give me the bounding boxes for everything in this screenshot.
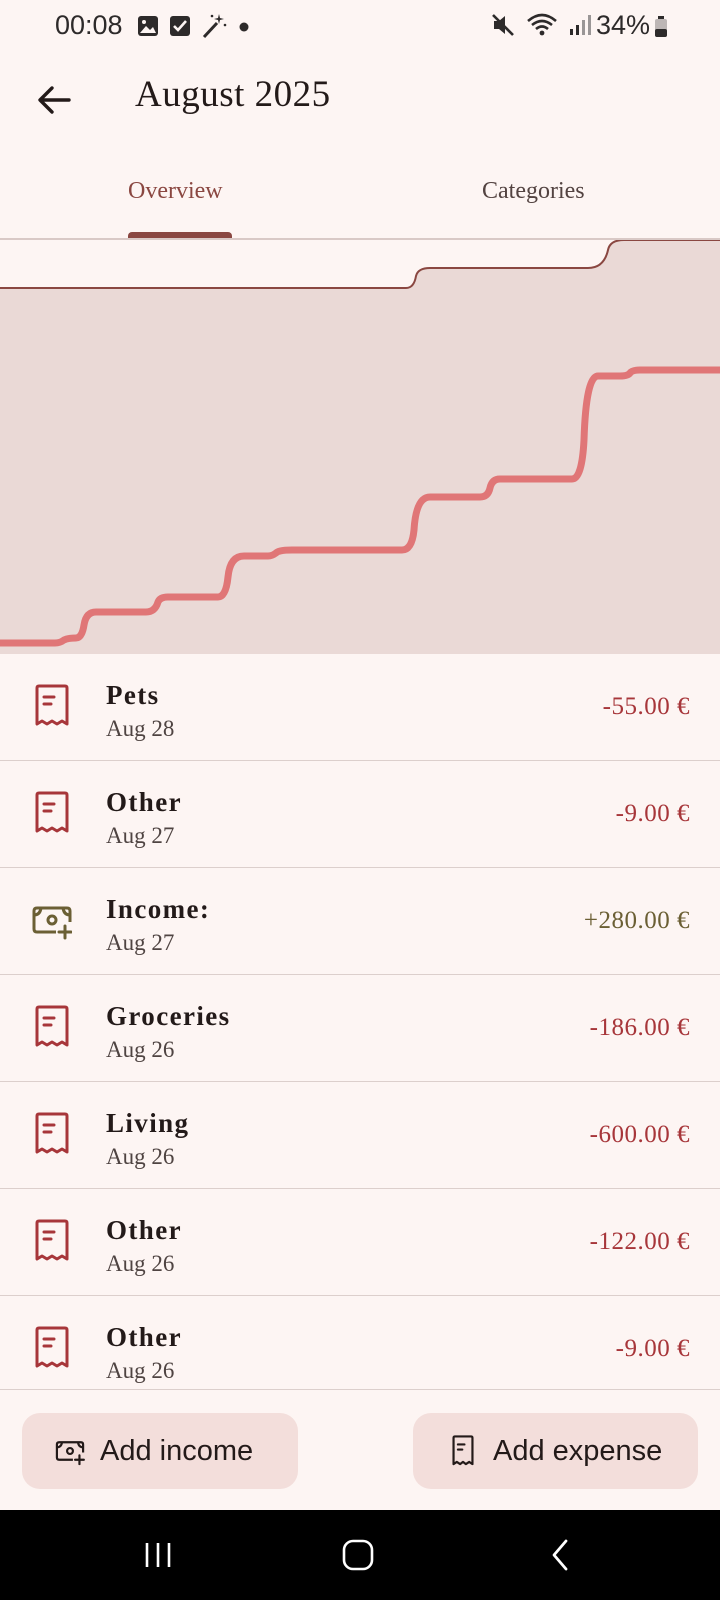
receipt-icon bbox=[35, 791, 69, 833]
home-icon bbox=[342, 1539, 374, 1571]
transaction-name: Other bbox=[106, 1322, 182, 1352]
page-title: August 2025 bbox=[135, 74, 331, 115]
check-box-icon bbox=[170, 16, 190, 36]
system-nav-bar bbox=[0, 1510, 720, 1600]
transaction-name: Living bbox=[106, 1108, 190, 1138]
transaction-date: Aug 26 bbox=[106, 1358, 175, 1383]
home-button[interactable] bbox=[328, 1530, 388, 1580]
app-bar: August 2025 bbox=[0, 52, 720, 148]
add-expense-label: Add expense bbox=[493, 1434, 663, 1467]
transaction-amount: -9.00 € bbox=[615, 1335, 690, 1362]
tab-categories[interactable]: Categories bbox=[482, 178, 585, 205]
receipt-icon bbox=[35, 1005, 69, 1047]
transaction-amount: -55.00 € bbox=[602, 693, 690, 720]
add-expense-button[interactable]: Add expense bbox=[413, 1413, 698, 1489]
transaction-row[interactable]: Income: Aug 27 +280.00 € bbox=[0, 868, 720, 975]
budget-area bbox=[0, 240, 720, 654]
transaction-date: Aug 28 bbox=[106, 716, 175, 741]
status-time: 00:08 bbox=[55, 10, 123, 40]
tab-overview[interactable]: Overview bbox=[128, 178, 223, 205]
transaction-amount: -122.00 € bbox=[589, 1228, 690, 1255]
dot-icon bbox=[239, 22, 249, 32]
cash-plus-icon bbox=[55, 1441, 85, 1466]
transaction-row[interactable]: Pets Aug 28 -55.00 € bbox=[0, 654, 720, 761]
arrow-back-icon bbox=[38, 86, 71, 114]
transaction-name: Groceries bbox=[106, 1001, 231, 1031]
magic-wand-icon bbox=[202, 14, 227, 39]
transaction-amount: -600.00 € bbox=[589, 1121, 690, 1148]
receipt-icon bbox=[35, 1112, 69, 1154]
transaction-amount: -9.00 € bbox=[615, 800, 690, 827]
receipt-icon bbox=[35, 1219, 69, 1261]
transaction-name: Income: bbox=[106, 894, 211, 924]
transaction-row[interactable]: Other Aug 26 -122.00 € bbox=[0, 1189, 720, 1296]
receipt-icon bbox=[35, 684, 69, 726]
transaction-date: Aug 27 bbox=[106, 930, 175, 955]
transaction-row[interactable]: Other Aug 27 -9.00 € bbox=[0, 761, 720, 868]
add-income-button[interactable]: Add income bbox=[22, 1413, 298, 1489]
cash-plus-icon bbox=[32, 906, 72, 940]
image-icon bbox=[138, 16, 158, 36]
back-button[interactable] bbox=[28, 74, 80, 126]
transaction-row[interactable]: Living Aug 26 -600.00 € bbox=[0, 1082, 720, 1189]
transaction-row[interactable]: Other Aug 26 -9.00 € bbox=[0, 1296, 720, 1389]
receipt-icon bbox=[452, 1435, 474, 1466]
transaction-row[interactable]: Groceries Aug 26 -186.00 € bbox=[0, 975, 720, 1082]
signal-icon bbox=[570, 15, 591, 35]
bottom-actions: Add income Add expense bbox=[0, 1389, 720, 1511]
recent-apps-button[interactable] bbox=[128, 1530, 188, 1580]
add-income-label: Add income bbox=[100, 1434, 254, 1467]
wifi-icon bbox=[527, 13, 557, 36]
mute-icon bbox=[492, 14, 514, 36]
nav-back-button[interactable] bbox=[530, 1530, 590, 1580]
transaction-name: Pets bbox=[106, 680, 160, 710]
recent-apps-icon bbox=[145, 1543, 171, 1567]
transaction-date: Aug 26 bbox=[106, 1144, 175, 1169]
battery-percent: 34% bbox=[595, 10, 650, 40]
transaction-date: Aug 26 bbox=[106, 1037, 175, 1062]
transaction-amount: +280.00 € bbox=[583, 907, 690, 934]
spending-chart bbox=[0, 240, 720, 654]
status-bar: 00:08 34% bbox=[0, 0, 720, 52]
transaction-name: Other bbox=[106, 1215, 182, 1245]
tab-indicator bbox=[128, 232, 232, 238]
nav-back-icon bbox=[552, 1539, 568, 1571]
transaction-date: Aug 26 bbox=[106, 1251, 175, 1276]
transaction-amount: -186.00 € bbox=[589, 1014, 690, 1041]
tab-bar: Overview Categories bbox=[0, 150, 720, 240]
transaction-date: Aug 27 bbox=[106, 823, 175, 848]
receipt-icon bbox=[35, 1326, 69, 1368]
battery-icon bbox=[655, 16, 667, 37]
transaction-name: Other bbox=[106, 787, 182, 817]
transaction-list[interactable]: Pets Aug 28 -55.00 € Other Aug 27 -9.00 … bbox=[0, 654, 720, 1389]
